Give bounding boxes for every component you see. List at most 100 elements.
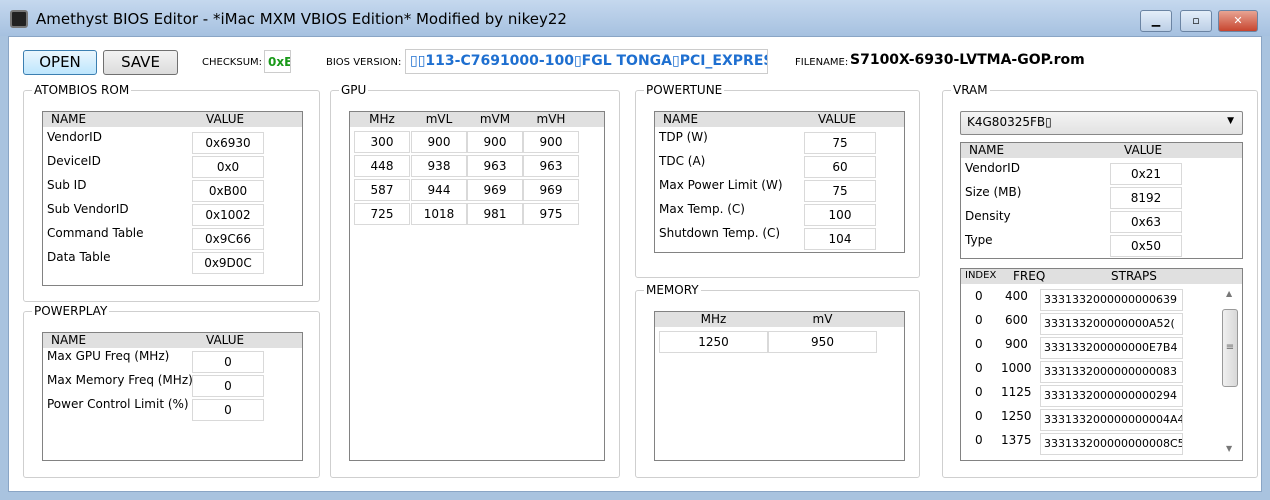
gpu-group: GPU MHz mVL mVM mVH 300 900 900 900 448 938 963 963…: [330, 83, 620, 478]
window-title: Amethyst BIOS Editor - *iMac MXM VBIOS E…: [36, 10, 567, 28]
vram-row-value[interactable]: 0x50: [1110, 235, 1182, 257]
gpu-header-col: mVM: [479, 112, 511, 126]
atombios-title: ATOMBIOS ROM: [32, 83, 132, 97]
strap-value[interactable]: 333133200000000004A4: [1040, 409, 1183, 431]
powertune-row-name: Max Temp. (C): [659, 202, 745, 216]
bios-version-label: BIOS VERSION:: [326, 57, 402, 68]
powertune-header-row: NAME VALUE: [655, 112, 904, 127]
straps-header-row: INDEX FREQ STRAPS: [961, 269, 1242, 284]
save-button[interactable]: SAVE: [103, 50, 178, 75]
atombios-header-value: VALUE: [206, 112, 245, 126]
powerplay-row-value[interactable]: 0: [192, 351, 264, 373]
atombios-row-name: Data Table: [47, 250, 111, 264]
vram-header-name: NAME: [969, 143, 1005, 157]
powertune-row-value[interactable]: 60: [804, 156, 876, 178]
powertune-title: POWERTUNE: [644, 83, 725, 97]
powerplay-header-name: NAME: [51, 333, 87, 347]
powertune-header-name: NAME: [663, 112, 699, 126]
memory-header-col: mV: [812, 312, 833, 326]
powerplay-title: POWERPLAY: [32, 304, 110, 318]
scroll-thumb[interactable]: ≡: [1222, 309, 1238, 387]
gpu-cell[interactable]: 969: [523, 179, 579, 201]
gpu-cell[interactable]: 975: [523, 203, 579, 225]
atombios-group: ATOMBIOS ROM NAME VALUE VendorID 0x6930 Devi…: [23, 83, 320, 302]
atombios-row-value[interactable]: 0x6930: [192, 132, 264, 154]
strap-freq: 1250: [1001, 409, 1032, 423]
minimize-button[interactable]: ▁: [1140, 10, 1172, 32]
atombios-row-value[interactable]: 0x9C66: [192, 228, 264, 250]
vram-row-value[interactable]: 0x63: [1110, 211, 1182, 233]
straps-header-straps: STRAPS: [1111, 269, 1157, 283]
strap-value[interactable]: 3331332000000000083: [1040, 361, 1183, 383]
gpu-cell[interactable]: 938: [411, 155, 467, 177]
powertune-row-value[interactable]: 104: [804, 228, 876, 250]
atombios-row-name: VendorID: [47, 130, 102, 144]
powerplay-row-value[interactable]: 0: [192, 375, 264, 397]
powertune-row-value[interactable]: 100: [804, 204, 876, 226]
strap-freq: 1375: [1001, 433, 1032, 447]
gpu-cell[interactable]: 969: [467, 179, 523, 201]
gpu-cell[interactable]: 725: [354, 203, 410, 225]
powertune-row-name: TDP (W): [659, 130, 708, 144]
checksum-label: CHECKSUM:: [202, 57, 263, 68]
memory-cell[interactable]: 1250: [659, 331, 768, 353]
strap-value[interactable]: 333133200000000A52(: [1040, 313, 1183, 335]
powertune-row-value[interactable]: 75: [804, 132, 876, 154]
gpu-header-col: MHz: [369, 112, 395, 126]
strap-index: 0: [975, 385, 983, 399]
vram-row-value[interactable]: 0x21: [1110, 163, 1182, 185]
checksum-value: 0xE0: [264, 50, 291, 73]
gpu-cell[interactable]: 963: [467, 155, 523, 177]
atombios-row-value[interactable]: 0x9D0C: [192, 252, 264, 274]
vram-title: VRAM: [951, 83, 990, 97]
memory-header-row: MHz mV: [655, 312, 904, 327]
gpu-cell[interactable]: 900: [411, 131, 467, 153]
atombios-row-name: Command Table: [47, 226, 144, 240]
gpu-cell[interactable]: 944: [411, 179, 467, 201]
atombios-row-value[interactable]: 0xB00: [192, 180, 264, 202]
atombios-row-value[interactable]: 0x0: [192, 156, 264, 178]
strap-index: 0: [975, 361, 983, 375]
chevron-down-icon: ▼: [1227, 116, 1234, 126]
powertune-table: NAME VALUE TDP (W) 75 TDC (A) 60 Max Power Lim…: [654, 111, 905, 253]
strap-value[interactable]: 333133200000000008C5: [1040, 433, 1183, 455]
atombios-header-name: NAME: [51, 112, 87, 126]
vram-header-value: VALUE: [1124, 143, 1163, 157]
gpu-cell[interactable]: 1018: [411, 203, 467, 225]
gpu-cell[interactable]: 963: [523, 155, 579, 177]
open-button[interactable]: OPEN: [23, 50, 97, 75]
powertune-header-value: VALUE: [818, 112, 857, 126]
vram-select[interactable]: K4G80325FB▯ ▼: [960, 111, 1243, 135]
strap-index: 0: [975, 289, 983, 303]
gpu-header-col: mVH: [536, 112, 566, 126]
strap-value[interactable]: 333133200000000E7B4: [1040, 337, 1183, 359]
scroll-up-icon[interactable]: ▲: [1226, 289, 1232, 298]
vram-row-name: Density: [965, 209, 1011, 223]
powertune-row-name: Max Power Limit (W): [659, 178, 783, 192]
vram-group: VRAM K4G80325FB▯ ▼ NAME VALUE VendorID 0x21…: [942, 83, 1258, 478]
strap-freq: 1125: [1001, 385, 1032, 399]
filename-label: FILENAME:: [795, 57, 849, 68]
gpu-cell[interactable]: 448: [354, 155, 410, 177]
strap-value[interactable]: 3331332000000000639: [1040, 289, 1183, 311]
maximize-button[interactable]: ▫: [1180, 10, 1212, 32]
bios-version-field[interactable]: ▯▯113-C7691000-100▯FGL TONGA▯PCI_EXPRESS…: [405, 49, 768, 74]
gpu-cell[interactable]: 900: [523, 131, 579, 153]
memory-cell[interactable]: 950: [768, 331, 877, 353]
scroll-down-icon[interactable]: ▼: [1226, 444, 1232, 453]
vram-row-value[interactable]: 8192: [1110, 187, 1182, 209]
powertune-row-value[interactable]: 75: [804, 180, 876, 202]
close-button[interactable]: ✕: [1218, 10, 1258, 32]
gpu-cell[interactable]: 300: [354, 131, 410, 153]
vram-header-row: NAME VALUE: [961, 143, 1242, 158]
atombios-row-value[interactable]: 0x1002: [192, 204, 264, 226]
gpu-cell[interactable]: 981: [467, 203, 523, 225]
atombios-header-row: NAME VALUE: [43, 112, 302, 127]
gpu-cell[interactable]: 587: [354, 179, 410, 201]
gpu-cell[interactable]: 900: [467, 131, 523, 153]
strap-value[interactable]: 3331332000000000294: [1040, 385, 1183, 407]
straps-scrollbar[interactable]: ▲ ≡ ▼: [1221, 287, 1239, 455]
strap-freq: 1000: [1001, 361, 1032, 375]
vram-select-value: K4G80325FB▯: [967, 115, 1052, 129]
powerplay-row-value[interactable]: 0: [192, 399, 264, 421]
